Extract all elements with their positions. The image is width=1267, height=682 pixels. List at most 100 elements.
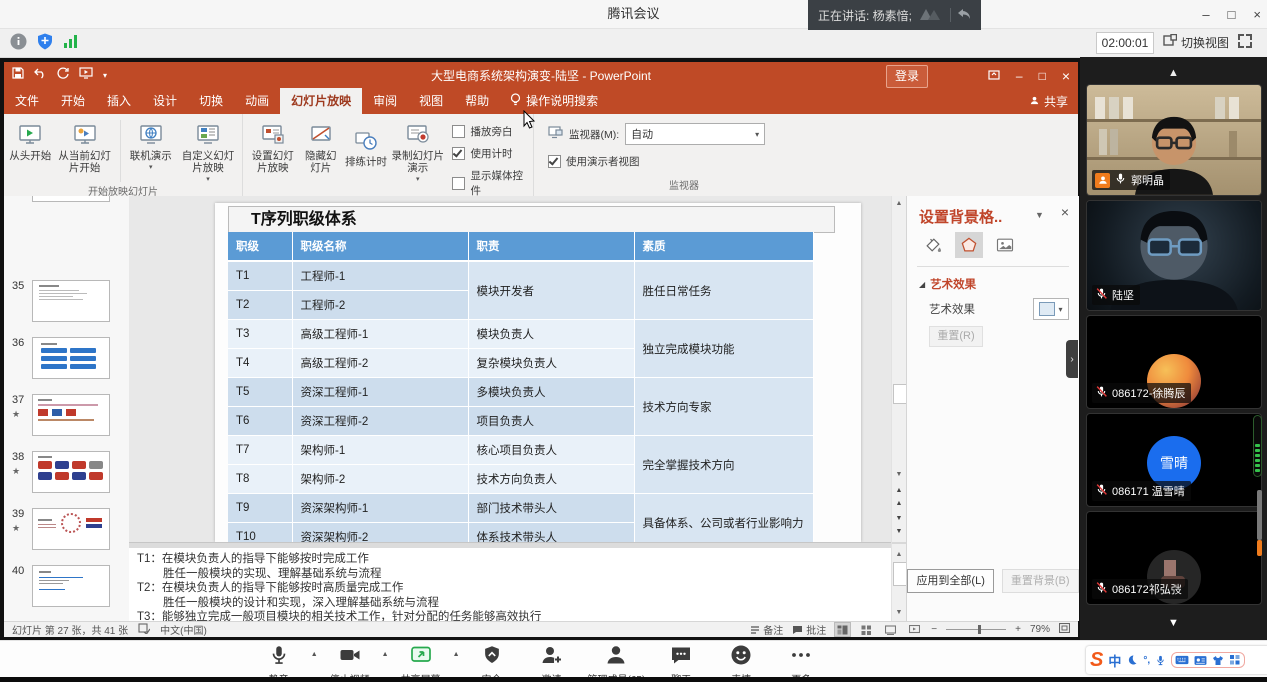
participant-tile-0[interactable]: 郭明晶 <box>1086 84 1262 196</box>
scroll-down-arrow-icon[interactable]: ▼ <box>1080 617 1267 629</box>
slide-thumbnail-39[interactable] <box>32 508 110 550</box>
participant-tile-3[interactable]: 雪晴086171 温雪晴 <box>1086 413 1262 507</box>
zoom-percent[interactable]: 79% <box>1030 624 1050 635</box>
fill-bucket-icon[interactable] <box>919 232 947 258</box>
use-timings-checkbox[interactable]: 使用计时 <box>452 146 527 161</box>
participant-tile-2[interactable]: 086172-徐腾辰 <box>1086 315 1262 409</box>
chinese-mode-icon[interactable]: 中 <box>1108 651 1121 670</box>
slide-sorter-view-button[interactable] <box>859 623 874 636</box>
punctuation-icon[interactable]: °, <box>1143 655 1150 666</box>
zoom-out-button[interactable]: − <box>931 624 937 635</box>
ppt-restore-button[interactable]: □ <box>1039 69 1046 83</box>
fullscreen-icon[interactable] <box>1238 34 1252 48</box>
ppt-close-button[interactable]: × <box>1062 68 1070 84</box>
slide-canvas[interactable]: T序列职级体系 职级职级名称职责素质T1工程师-1模块开发者胜任日常任务T2工程… <box>215 203 861 542</box>
slide-thumbnail-38[interactable] <box>32 451 110 493</box>
notes-toggle[interactable]: 备注 <box>750 622 783 637</box>
slideshow-view-button[interactable] <box>907 623 922 636</box>
scroll-up-icon[interactable]: ▲ <box>893 197 905 210</box>
notes-scrollbar-thumb[interactable] <box>893 562 907 586</box>
switch-view-button[interactable]: 切换视图 <box>1163 32 1229 52</box>
reset-background-button[interactable]: 重置背景(B) <box>1002 569 1079 593</box>
slide-thumbnail-37[interactable] <box>32 394 110 436</box>
info-icon[interactable] <box>10 33 27 55</box>
setup-slideshow-button[interactable]: 设置幻灯片放映 <box>247 118 299 174</box>
tell-me-box[interactable]: 操作说明搜索 <box>500 88 608 114</box>
play-narrations-checkbox[interactable]: 播放旁白 <box>452 124 527 139</box>
panel-close-icon[interactable]: × <box>1061 204 1069 220</box>
tab-7[interactable]: 审阅 <box>362 88 408 114</box>
login-button[interactable]: 登录 <box>886 65 928 88</box>
tab-1[interactable]: 开始 <box>50 88 96 114</box>
share-button[interactable]: 共享 <box>1029 93 1068 110</box>
present-online-button[interactable]: 联机演示 ▾ <box>126 118 176 174</box>
normal-view-button[interactable] <box>835 623 850 636</box>
caret-up-icon[interactable]: ▲ <box>382 651 389 658</box>
tab-2[interactable]: 插入 <box>96 88 142 114</box>
hide-slide-button[interactable]: 隐藏幻灯片 <box>301 118 342 174</box>
tab-8[interactable]: 视图 <box>408 88 454 114</box>
zoom-slider[interactable] <box>946 629 1006 630</box>
monitor-select[interactable]: 自动 ▾ <box>625 123 765 145</box>
fit-to-window-icon[interactable] <box>1059 623 1070 636</box>
notes-scroll-up-icon[interactable]: ▲ <box>893 548 905 561</box>
previous-slide-button[interactable]: ▲▲ <box>893 484 905 497</box>
caret-up-icon[interactable]: ▲ <box>453 651 460 658</box>
slide-thumbnail-40[interactable] <box>32 565 110 607</box>
from-current-button[interactable]: 从当前幻灯片开始 <box>55 118 115 174</box>
picture-icon[interactable] <box>991 232 1019 258</box>
zoom-in-button[interactable]: + <box>1015 624 1021 635</box>
record-slideshow-button[interactable]: 录制幻灯片演示 ▾ <box>391 118 444 186</box>
from-beginning-button[interactable]: 从头开始 <box>8 118 53 162</box>
slide-thumbnail-35[interactable] <box>32 280 110 322</box>
sogou-logo-icon[interactable]: S <box>1090 647 1103 673</box>
ppt-minimize-button[interactable]: – <box>1016 69 1023 83</box>
scroll-down-icon[interactable]: ▼ <box>893 468 905 481</box>
apply-to-all-button[interactable]: 应用到全部(L) <box>907 569 993 593</box>
notes-scroll-down-icon[interactable]: ▼ <box>893 606 905 619</box>
artistic-effect-dropdown[interactable]: ▾ <box>1033 298 1069 320</box>
slide-scrollbar[interactable]: ▲ ▼ ▲▲ ▼▼ ▲ ▼ <box>891 196 907 621</box>
notes-pane[interactable]: T1：在模块负责人的指导下能够按时完成工作胜任一般模块的实现、理解基础系统与流程… <box>129 548 899 625</box>
ribbon-options-icon[interactable] <box>988 69 1000 84</box>
participant-tile-1[interactable]: 陆坚 <box>1086 200 1262 311</box>
effects-pentagon-icon[interactable] <box>955 232 983 258</box>
panel-caret-icon[interactable]: ▼ <box>1035 210 1044 220</box>
scroll-up-arrow-icon[interactable]: ▲ <box>1080 67 1267 79</box>
tab-0[interactable]: 文件 <box>4 88 50 114</box>
spellcheck-icon[interactable] <box>138 623 150 637</box>
panel-collapse-chevron[interactable]: › <box>1066 340 1078 378</box>
reset-button[interactable]: 重置(R) <box>929 326 983 347</box>
id-card-icon[interactable] <box>1194 655 1207 666</box>
skin-shirt-icon[interactable] <box>1212 655 1224 666</box>
reading-view-button[interactable] <box>883 623 898 636</box>
toolbox-grid-icon[interactable] <box>1229 654 1241 666</box>
restore-button[interactable]: □ <box>1228 7 1236 22</box>
video-scrollbar-thumb[interactable] <box>1257 490 1262 540</box>
tab-9[interactable]: 帮助 <box>454 88 500 114</box>
caret-up-icon[interactable]: ▲ <box>311 651 318 658</box>
show-media-controls-checkbox[interactable]: 显示媒体控件 <box>452 168 527 198</box>
close-button[interactable]: × <box>1253 7 1261 22</box>
minimize-button[interactable]: – <box>1202 7 1209 22</box>
presenter-view-checkbox[interactable]: 使用演示者视图 <box>548 154 640 169</box>
zoom-slider-thumb[interactable] <box>978 625 981 634</box>
moon-icon[interactable] <box>1126 654 1138 666</box>
custom-show-button[interactable]: 自定义幻灯片放映 ▾ <box>178 118 238 186</box>
voice-input-icon[interactable] <box>1155 654 1166 667</box>
comments-toggle[interactable]: 批注 <box>792 622 826 637</box>
return-arrow-icon[interactable] <box>957 8 971 23</box>
tab-6[interactable]: 幻灯片放映 <box>280 88 362 114</box>
language-status[interactable]: 中文(中国) <box>160 622 207 637</box>
keyboard-icon[interactable] <box>1175 655 1189 665</box>
artistic-effects-section[interactable]: ◢ 艺术效果 <box>919 276 976 292</box>
scrollbar-thumb[interactable] <box>893 384 907 404</box>
next-slide-button[interactable]: ▼▼ <box>893 512 905 525</box>
slide-thumbnail-36[interactable] <box>32 337 110 379</box>
tab-3[interactable]: 设计 <box>142 88 188 114</box>
security-shield-icon[interactable] <box>37 33 53 55</box>
tab-5[interactable]: 动画 <box>234 88 280 114</box>
participant-tile-4[interactable]: 086172祁弘弢 <box>1086 511 1262 605</box>
tab-4[interactable]: 切换 <box>188 88 234 114</box>
rehearse-timings-button[interactable]: 排练计时 <box>343 118 389 168</box>
